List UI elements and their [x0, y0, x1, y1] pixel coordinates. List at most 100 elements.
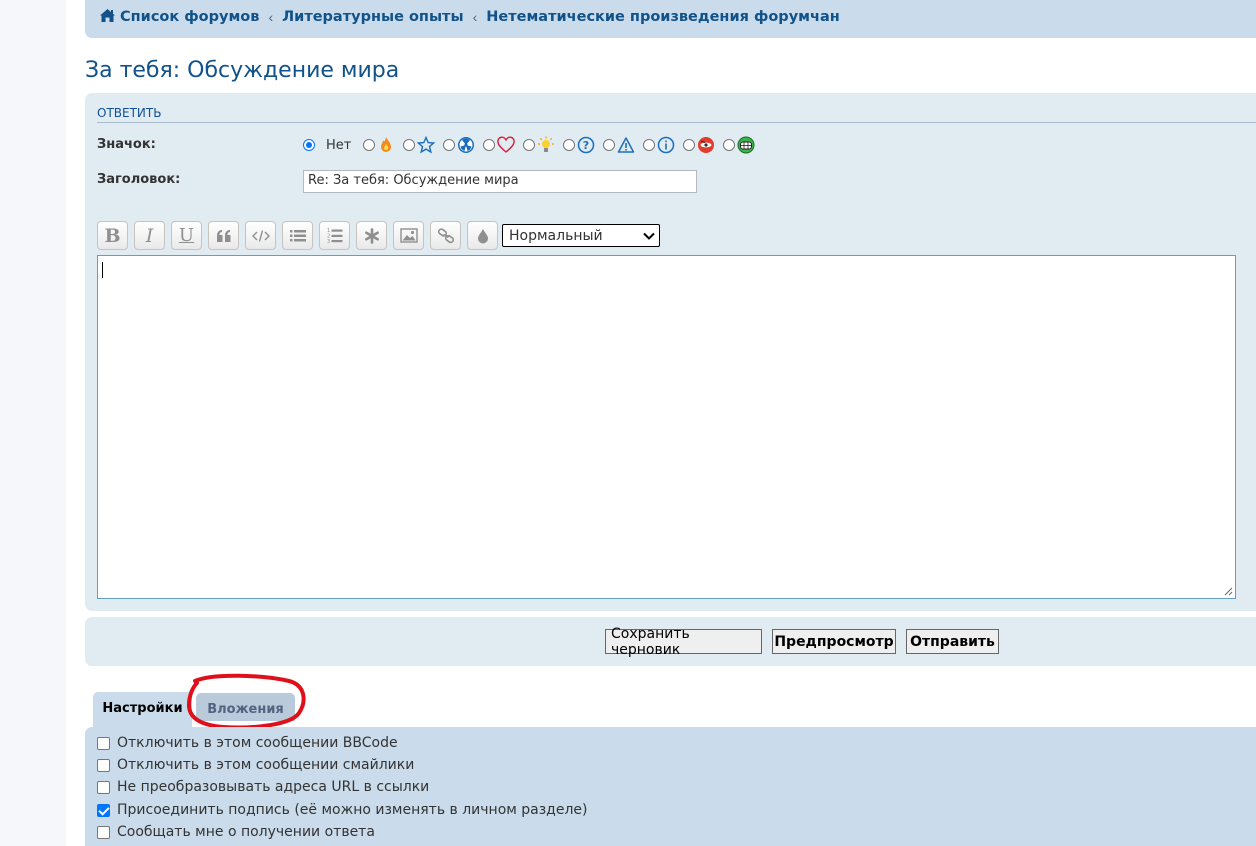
checkbox[interactable]	[97, 736, 110, 750]
breadcrumb-bar: Список форумов ‹ Литературные опыты ‹ Не…	[85, 0, 1256, 38]
quote-icon	[216, 229, 230, 242]
list-item-button[interactable]	[356, 221, 387, 250]
droplet-icon	[477, 228, 488, 243]
icon-option-grin[interactable]	[723, 136, 755, 154]
submit-button[interactable]: Отправить	[906, 629, 999, 654]
option-notify-reply[interactable]: Сообщать мне о получении ответа	[97, 824, 375, 840]
option-attach-signature[interactable]: Присоединить подпись (её можно изменять …	[97, 802, 588, 818]
chevron-down-icon	[643, 232, 655, 240]
italic-button[interactable]: I	[134, 221, 165, 250]
icon-option-none[interactable]: Нет	[303, 138, 355, 153]
ordered-list-icon: 123	[327, 228, 342, 244]
subject-input[interactable]: Re: За тебя: Обсуждение мира	[303, 170, 697, 193]
icon-radio[interactable]	[643, 139, 656, 151]
link-button[interactable]	[430, 221, 461, 250]
radioactive-icon	[458, 137, 475, 153]
heart-icon	[497, 136, 516, 153]
warning-icon	[618, 137, 635, 153]
icon-option-lightbulb[interactable]	[523, 136, 555, 154]
icon-none-label: Нет	[326, 137, 352, 153]
link-icon	[437, 227, 454, 243]
grin-face-icon	[737, 136, 755, 154]
font-size-select[interactable]: Нормальный	[502, 224, 660, 247]
text-caret	[102, 262, 103, 278]
question-icon: ?	[578, 136, 595, 154]
option-label: Отключить в этом сообщении BBCode	[117, 735, 398, 751]
option-label: Присоединить подпись (её можно изменять …	[117, 802, 588, 818]
resize-grip-icon[interactable]	[1223, 586, 1233, 596]
image-icon	[399, 228, 418, 243]
option-disable-bbcode[interactable]: Отключить в этом сообщении BBCode	[97, 735, 398, 751]
options-panel: Отключить в этом сообщении BBCode Отключ…	[85, 727, 1256, 846]
checkbox[interactable]	[97, 825, 110, 839]
icon-radio-none[interactable]	[303, 139, 315, 151]
breadcrumb-forum-index[interactable]: Список форумов	[120, 9, 259, 25]
breadcrumb-separator: ‹	[268, 9, 274, 25]
icon-option-question[interactable]: ?	[563, 136, 595, 154]
code-button[interactable]	[245, 221, 276, 250]
checkbox[interactable]	[97, 780, 110, 794]
icon-label: Значок:	[97, 137, 156, 152]
icon-radio[interactable]	[723, 139, 736, 151]
option-disable-smilies[interactable]: Отключить в этом сообщении смайлики	[97, 757, 414, 773]
ordered-list-button[interactable]: 123	[319, 221, 350, 250]
icon-option-radioactive[interactable]	[443, 136, 475, 154]
breadcrumb-separator: ‹	[472, 9, 478, 25]
fire-icon	[381, 137, 392, 152]
icon-radio[interactable]	[483, 139, 496, 151]
icon-option-star[interactable]	[403, 136, 436, 154]
checkbox-checked[interactable]	[97, 803, 110, 817]
breadcrumb: Список форумов ‹ Литературные опыты ‹ Не…	[99, 8, 840, 26]
submit-buttons-panel: Сохранить черновик Предпросмотр Отправит…	[85, 617, 1256, 666]
option-disable-magic-url[interactable]: Не преобразовывать адреса URL в ссылки	[97, 779, 429, 795]
icon-option-heart[interactable]	[483, 136, 516, 154]
left-gutter	[0, 0, 66, 846]
list-button[interactable]	[282, 221, 313, 250]
icon-option-fire[interactable]	[363, 136, 395, 154]
home-icon[interactable]	[99, 8, 116, 26]
quote-button[interactable]	[208, 221, 239, 250]
tab-attachments-label: Вложения	[207, 702, 284, 717]
subject-label: Заголовок:	[97, 172, 181, 187]
icon-option-info[interactable]	[643, 136, 675, 154]
icon-radio[interactable]	[363, 139, 376, 151]
underline-button[interactable]: U	[171, 221, 202, 250]
icon-radio[interactable]	[443, 139, 456, 151]
asterisk-icon	[364, 227, 379, 244]
breadcrumb-literary[interactable]: Литературные опыты	[282, 9, 463, 25]
bbcode-toolbar: B I U 123 Нормальный	[97, 221, 660, 250]
color-button[interactable]	[467, 221, 498, 250]
message-textarea[interactable]	[97, 255, 1236, 599]
icon-option-warning[interactable]	[603, 136, 635, 154]
preview-button[interactable]: Предпросмотр	[772, 629, 896, 654]
image-button[interactable]	[393, 221, 424, 250]
icon-radio[interactable]	[603, 139, 616, 151]
list-icon	[289, 229, 306, 241]
icon-radio[interactable]	[683, 139, 696, 151]
icon-radio[interactable]	[563, 139, 576, 151]
icon-radio[interactable]	[523, 139, 536, 151]
checkbox[interactable]	[97, 758, 110, 772]
tab-options-label: Настройки	[102, 701, 183, 716]
tab-attachments[interactable]: Вложения	[196, 693, 295, 721]
svg-text:3: 3	[327, 239, 330, 244]
panel-header: ОТВЕТИТЬ	[97, 106, 1256, 123]
info-icon	[658, 136, 675, 154]
mad-face-icon	[698, 137, 715, 153]
option-label: Не преобразовывать адреса URL в ссылки	[117, 779, 430, 795]
tab-options[interactable]: Настройки	[93, 692, 192, 728]
option-label: Сообщать мне о получении ответа	[117, 824, 375, 840]
page-title[interactable]: За тебя: Обсуждение мира	[85, 58, 399, 83]
post-icon-selector: Нет ?	[303, 136, 763, 154]
code-icon	[251, 229, 270, 242]
bold-button[interactable]: B	[97, 221, 128, 250]
option-label: Отключить в этом сообщении смайлики	[117, 757, 415, 773]
star-icon	[417, 136, 436, 154]
svg-text:?: ?	[583, 139, 589, 152]
breadcrumb-offtopic-works[interactable]: Нетематические произведения форумчан	[486, 9, 840, 25]
icon-radio[interactable]	[403, 139, 416, 151]
post-form-panel: ОТВЕТИТЬ Значок: Нет ? Заголовок: Re: За…	[85, 93, 1256, 611]
icon-option-mad[interactable]	[683, 136, 715, 154]
lightbulb-icon	[538, 136, 555, 152]
save-draft-button[interactable]: Сохранить черновик	[605, 626, 762, 658]
